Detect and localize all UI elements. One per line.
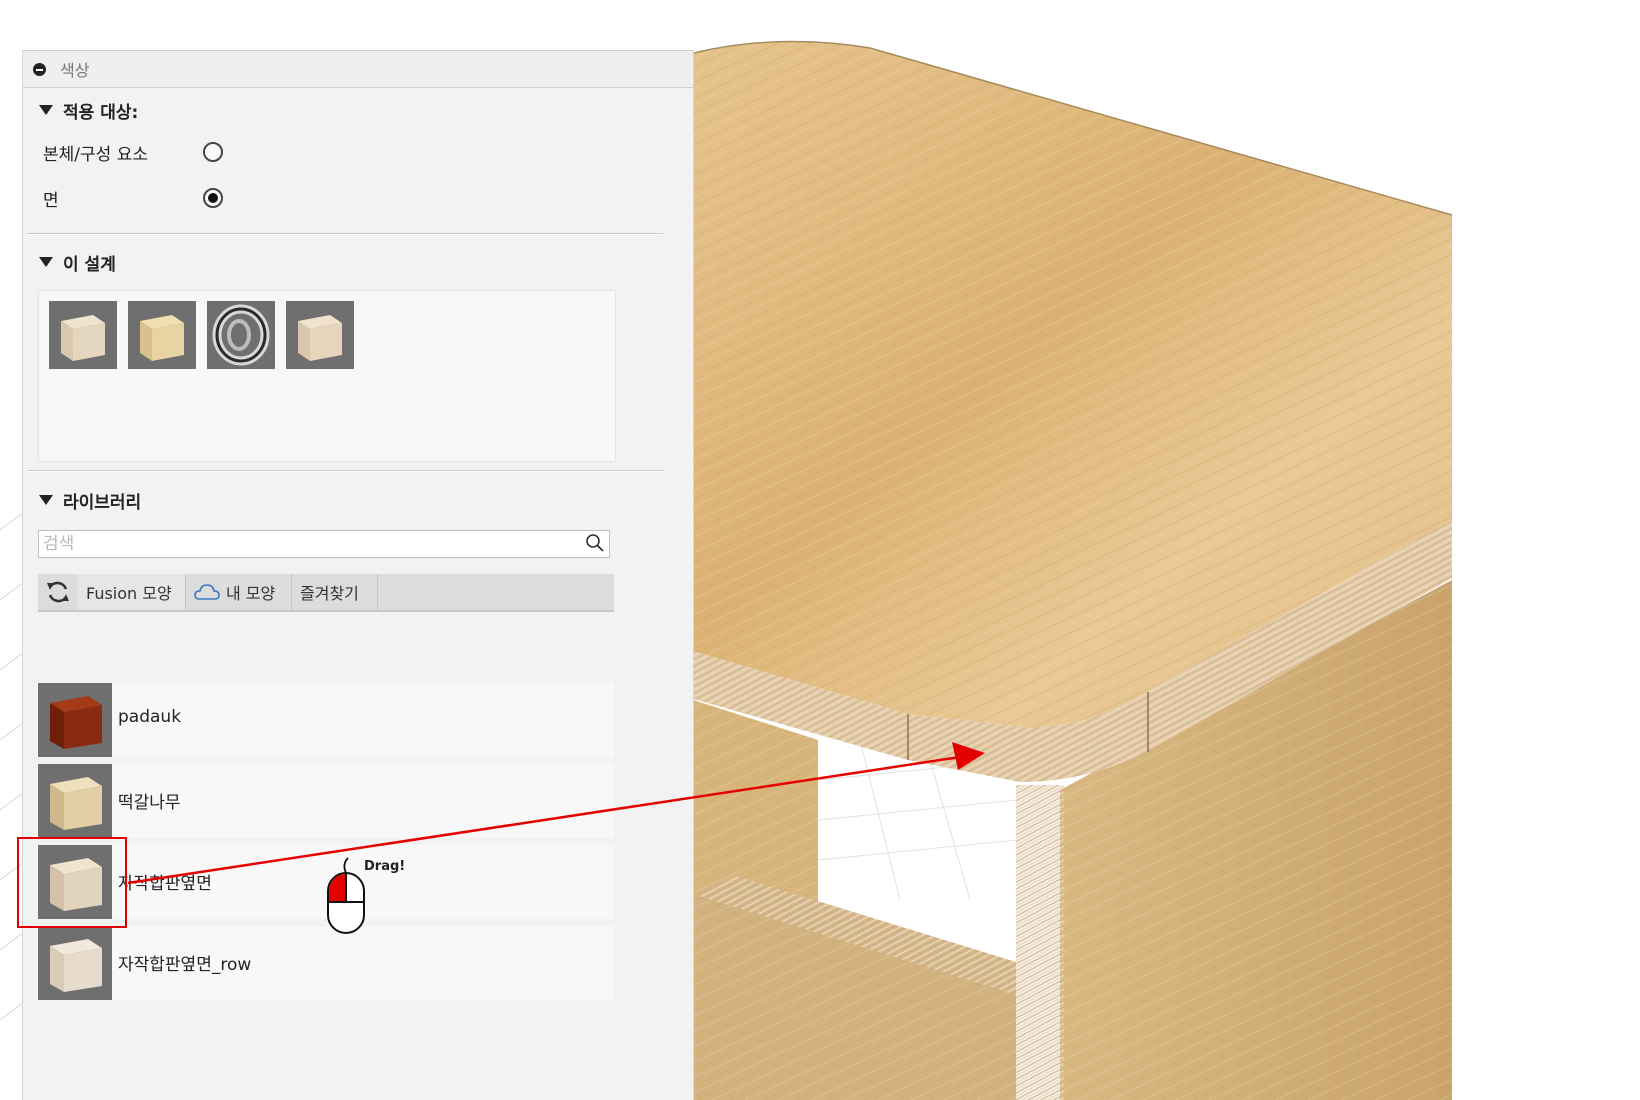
library-heading: 라이브러리: [63, 492, 142, 513]
wood-cube-icon[interactable]: [286, 301, 354, 369]
panel-header[interactable]: 색상: [23, 50, 693, 88]
design-appearances-box: [38, 290, 616, 462]
apply-to-option-body[interactable]: 본체/구성 요소: [43, 128, 693, 176]
face-radio[interactable]: [203, 188, 223, 208]
drag-label: Drag!: [364, 859, 406, 874]
apply-to-option-face[interactable]: 면: [43, 174, 693, 222]
collapse-icon[interactable]: [33, 62, 46, 76]
cloud-icon: [194, 583, 220, 601]
tab-label: 내 모양: [226, 584, 276, 603]
apply-to-section-header[interactable]: 적용 대상:: [39, 92, 693, 128]
section-divider: [27, 233, 663, 235]
search-icon[interactable]: [585, 533, 605, 557]
expand-triangle-icon[interactable]: [39, 105, 53, 115]
section-divider: [27, 470, 663, 472]
item-label: 자작합판옆면: [118, 874, 212, 894]
body-component-radio[interactable]: [203, 142, 223, 162]
metal-ring-icon[interactable]: [207, 301, 275, 369]
tab-favorites[interactable]: 즐겨찾기: [292, 574, 378, 610]
library-search: [38, 530, 610, 558]
library-section-header[interactable]: 라이브러리: [39, 482, 141, 518]
library-tabs: Fusion 모양 내 모양 즐겨찾기: [38, 574, 614, 612]
tab-fusion-appearances[interactable]: Fusion 모양: [78, 574, 186, 610]
oak-thumbnail: [38, 764, 112, 838]
option-label: 면: [43, 190, 59, 211]
option-label: 본체/구성 요소: [43, 144, 148, 165]
tab-label: Fusion 모양: [86, 584, 172, 603]
tab-my-appearances[interactable]: 내 모양: [186, 574, 292, 610]
birch-plywood-side-row-thumbnail: [38, 926, 112, 1000]
panel-title: 색상: [60, 61, 90, 80]
wood-cube-icon[interactable]: [49, 301, 117, 369]
refresh-icon[interactable]: [38, 574, 78, 610]
highlight-box: [17, 837, 127, 928]
apply-to-heading: 적용 대상:: [63, 102, 139, 123]
padauk-thumbnail: [38, 683, 112, 757]
expand-triangle-icon[interactable]: [39, 495, 53, 505]
library-item[interactable]: 자작합판옆면_row: [38, 926, 614, 1000]
item-label: 자작합판옆면_row: [118, 955, 252, 975]
expand-triangle-icon[interactable]: [39, 257, 53, 267]
library-item[interactable]: padauk: [38, 683, 614, 757]
search-input[interactable]: [39, 531, 565, 557]
item-label: padauk: [118, 707, 182, 727]
item-label: 떡갈나무: [118, 793, 181, 813]
tab-label: 즐겨찾기: [300, 584, 359, 603]
library-item[interactable]: 떡갈나무: [38, 764, 614, 838]
pine-cube-icon[interactable]: [128, 301, 196, 369]
this-design-heading: 이 설계: [63, 254, 116, 275]
this-design-section-header[interactable]: 이 설계: [39, 244, 116, 280]
